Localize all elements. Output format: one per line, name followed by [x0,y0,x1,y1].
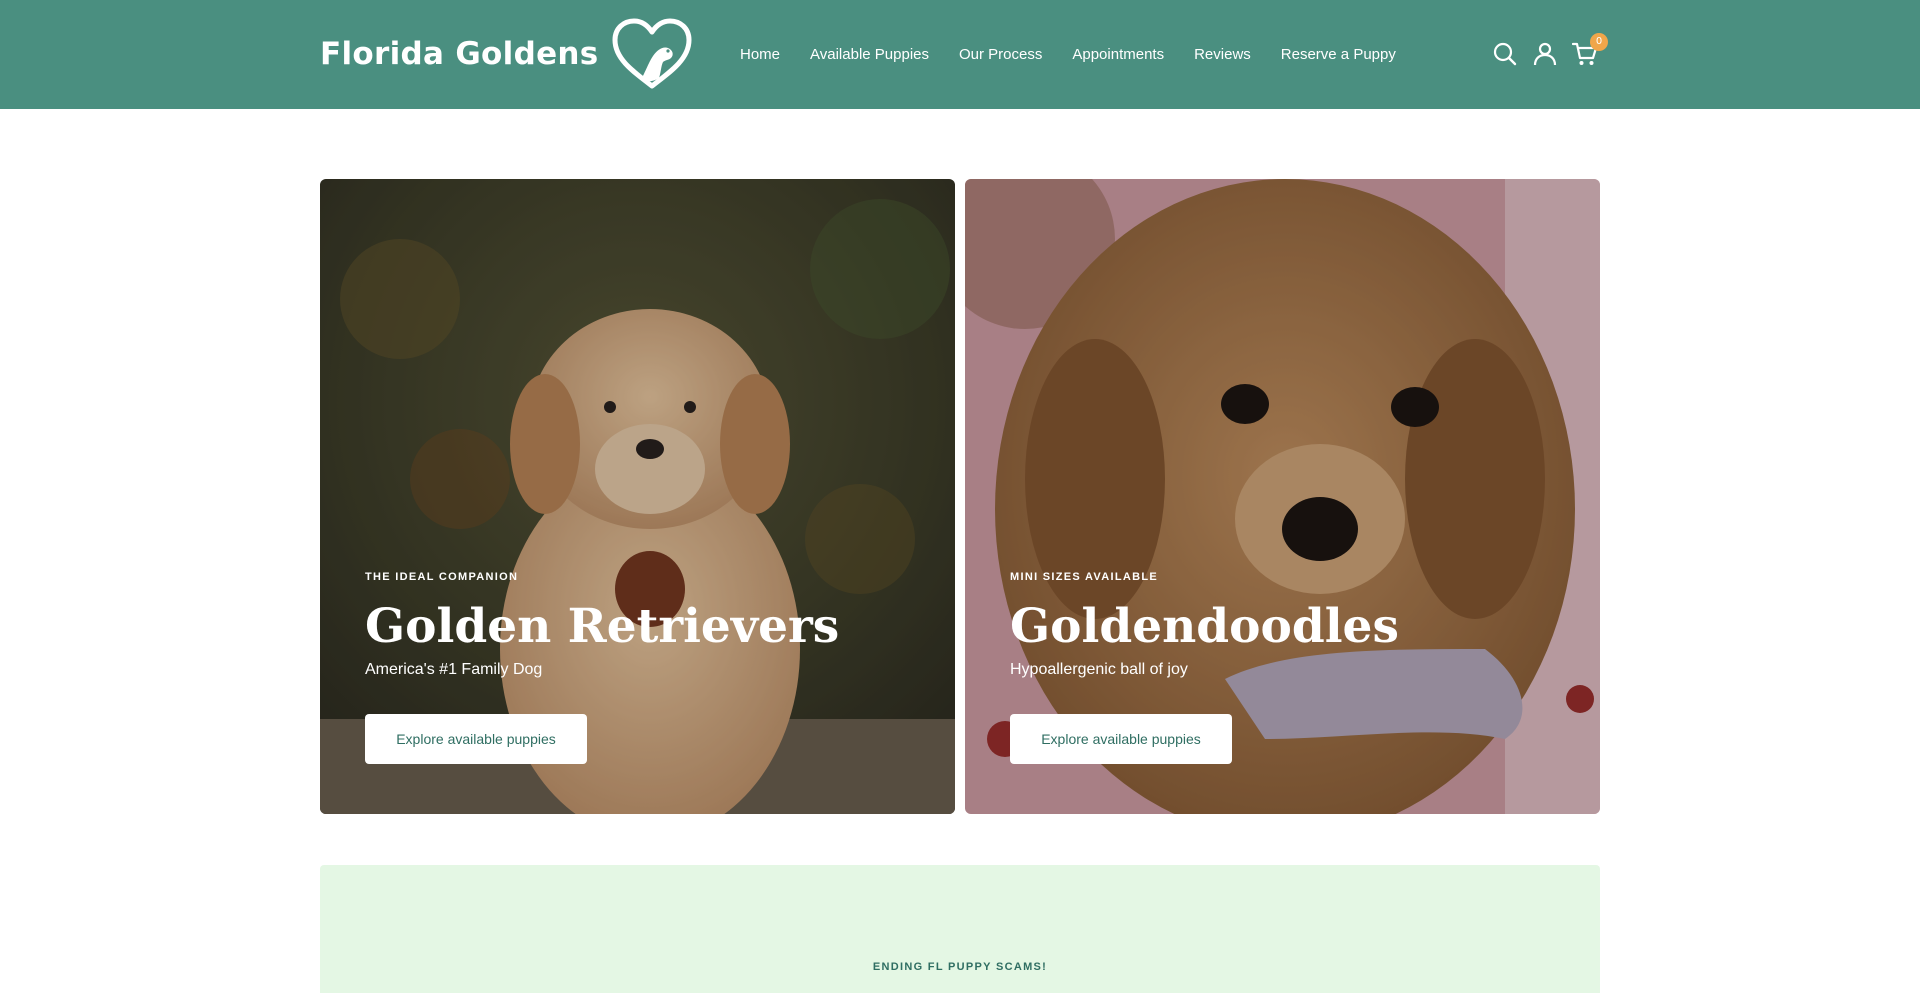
banner-eyebrow: ENDING FL PUPPY SCAMS! [872,961,1048,973]
nav-available-puppies[interactable]: Available Puppies [810,46,929,63]
card-content: MINI SIZES AVAILABLE Goldendoodles Hypoa… [1010,571,1570,764]
nav-home[interactable]: Home [740,46,780,63]
site-header: Florida Goldens Home Available Puppies O… [0,0,1920,109]
account-icon[interactable] [1532,41,1558,67]
main-nav: Home Available Puppies Our Process Appoi… [740,0,1426,109]
heart-dog-logo-icon [612,18,692,89]
nav-our-process[interactable]: Our Process [959,46,1042,63]
explore-golden-retrievers-button[interactable]: Explore available puppies [365,713,587,764]
card-content: THE IDEAL COMPANION Golden Retrievers Am… [365,571,925,764]
goldendoodles-card: MINI SIZES AVAILABLE Goldendoodles Hypoa… [965,179,1600,814]
nav-appointments[interactable]: Appointments [1072,46,1164,63]
card-title: Golden Retrievers [365,599,840,654]
card-subtitle: Hypoallergenic ball of joy [1010,660,1188,678]
card-title: Goldendoodles [1010,599,1399,654]
cart-icon[interactable]: 0 [1571,33,1608,67]
logo-text: Florida Goldens [320,36,599,72]
nav-reserve-a-puppy[interactable]: Reserve a Puppy [1281,46,1396,63]
explore-goldendoodles-button[interactable]: Explore available puppies [1010,713,1232,764]
golden-retrievers-card: THE IDEAL COMPANION Golden Retrievers Am… [320,179,955,814]
search-icon[interactable] [1492,41,1518,67]
card-eyebrow: MINI SIZES AVAILABLE [1010,571,1159,583]
nav-reviews[interactable]: Reviews [1194,46,1251,63]
card-subtitle: America's #1 Family Dog [365,660,543,678]
header-actions: 0 [1492,33,1612,70]
cart-count-badge: 0 [1590,33,1608,51]
scam-banner: ENDING FL PUPPY SCAMS! [320,865,1600,993]
logo[interactable]: Florida Goldens [320,18,693,90]
card-eyebrow: THE IDEAL COMPANION [365,571,519,583]
